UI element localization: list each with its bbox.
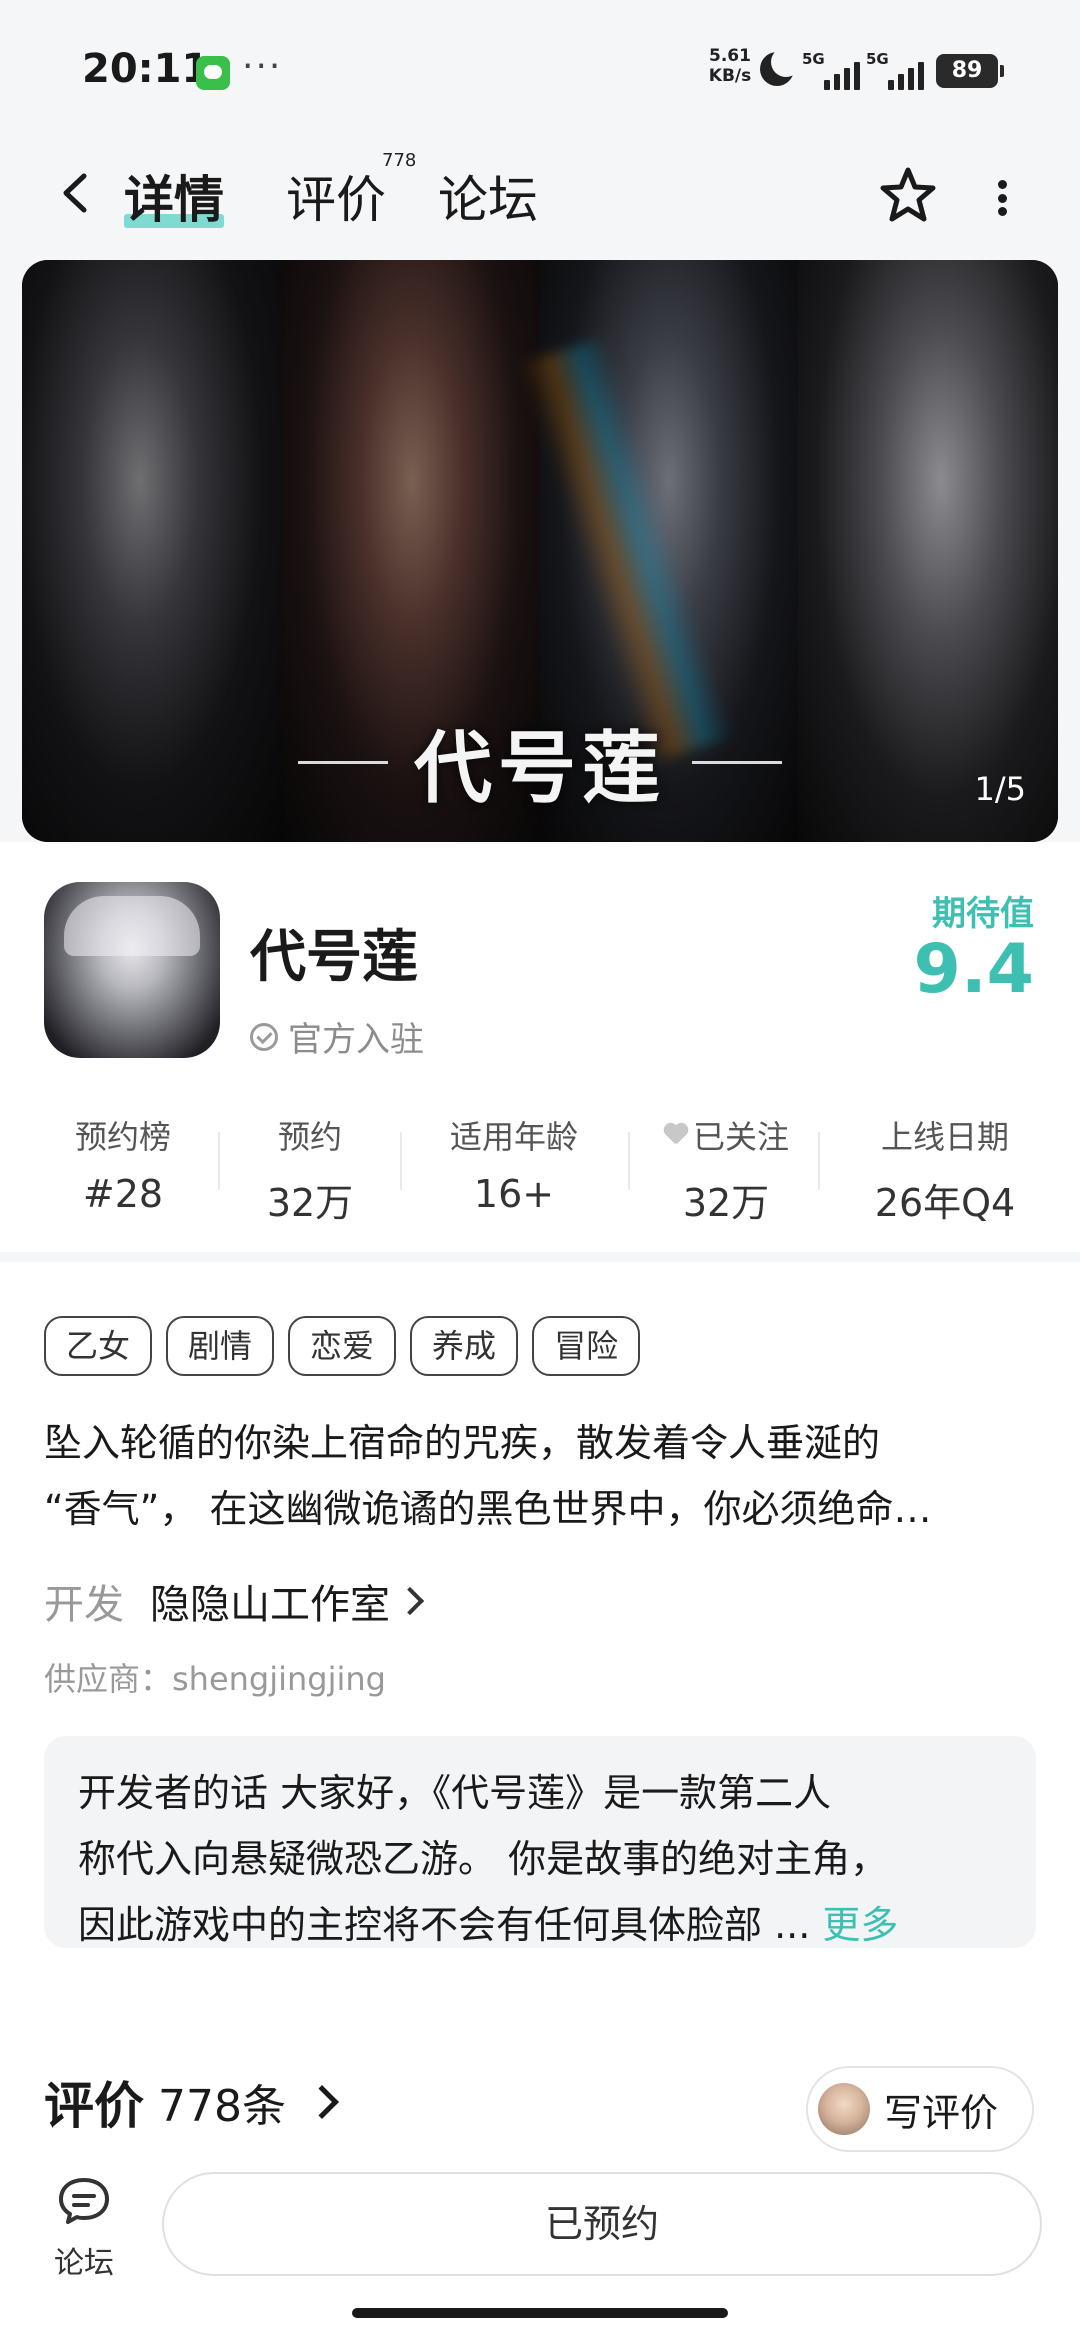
- stat-followed[interactable]: 已关注 32万: [646, 1112, 806, 1227]
- supplier-text: 供应商：shengjingjing: [44, 1660, 386, 1698]
- moon-icon: [760, 47, 801, 86]
- app-icon: [44, 882, 220, 1058]
- reviews-title: 评价: [44, 2077, 144, 2135]
- forum-icon: [59, 2178, 109, 2224]
- stat-rank-value: #28: [82, 1172, 164, 1216]
- stat-age: 适用年龄 16+: [424, 1112, 604, 1216]
- divider: [818, 1132, 820, 1190]
- tag-item[interactable]: 乙女: [44, 1316, 153, 1376]
- reviews-header[interactable]: 评价 778条: [44, 2066, 339, 2138]
- tag-list: 乙女 剧情 恋爱 养成 冒险: [44, 1316, 641, 1376]
- stat-release-date-value: 26年Q4: [874, 1181, 1016, 1225]
- status-time: 20:11: [82, 46, 210, 92]
- description-line: 坠入轮循的你染上宿命的咒疾，散发着令人垂涎的: [44, 1421, 881, 1465]
- stat-release-date: 上线日期 26年Q4: [852, 1112, 1038, 1227]
- banner-line-left: [297, 760, 388, 764]
- stat-reservations-value: 32万: [266, 1181, 354, 1225]
- network-speed-value: 5.61: [709, 46, 751, 66]
- tag-item[interactable]: 养成: [410, 1316, 519, 1376]
- banner-carousel[interactable]: 代号莲 1/5: [22, 260, 1058, 842]
- tab-forum-label: 论坛: [438, 171, 538, 229]
- main-content: 乙女 剧情 恋爱 养成 冒险 坠入轮循的你染上宿命的咒疾，散发着令人垂涎的 “香…: [0, 1262, 1080, 2162]
- divider: [628, 1132, 630, 1190]
- game-description[interactable]: 坠入轮循的你染上宿命的咒疾，散发着令人垂涎的 “香气”， 在这幽微诡谲的黑色世界…: [44, 1410, 1044, 1542]
- divider: [218, 1132, 220, 1190]
- forum-label: 论坛: [54, 2246, 114, 2281]
- write-review-label: 写评价: [884, 2090, 999, 2135]
- tab-review-label: 评价: [286, 171, 386, 229]
- top-nav: 详情 评价 778 论坛: [0, 130, 1080, 260]
- stat-followed-value: 32万: [682, 1181, 770, 1225]
- banner-title-wrap: 代号莲: [22, 712, 1058, 814]
- network-speed: 5.61 KB/s: [706, 46, 754, 86]
- write-review-button[interactable]: 写评价: [806, 2066, 1034, 2152]
- more-link[interactable]: 更多: [822, 1903, 898, 1947]
- developer-notes-line: 称代入向悬疑微恐乙游。 你是故事的绝对主角，: [78, 1837, 889, 1881]
- status-more-indicator: ···: [242, 46, 283, 87]
- reserved-button[interactable]: 已预约: [162, 2172, 1042, 2276]
- stat-reservations: 预约 32万: [240, 1112, 380, 1227]
- home-indicator[interactable]: [352, 2308, 728, 2318]
- stat-rank[interactable]: 预约榜 #28: [50, 1112, 196, 1216]
- stat-rank-label: 预约榜: [74, 1118, 171, 1156]
- tab-review[interactable]: 评价 778: [286, 150, 416, 232]
- tab-forum[interactable]: 论坛: [438, 160, 538, 232]
- stat-release-date-label: 上线日期: [880, 1118, 1009, 1156]
- tab-review-badge: 778: [382, 150, 417, 171]
- official-label: 官方入驻: [288, 1020, 424, 1060]
- divider: [400, 1132, 402, 1190]
- tag-item[interactable]: 剧情: [166, 1316, 275, 1376]
- chevron-right-icon: [395, 1586, 425, 1616]
- stats-row: 预约榜 #28 预约 32万 适用年龄 16+ 已关注 32万 上线日期 26年…: [0, 1112, 1080, 1232]
- banner-counter: 1/5: [974, 770, 1027, 808]
- avatar: [818, 2083, 870, 2135]
- stat-age-label: 适用年龄: [449, 1118, 578, 1156]
- stat-reservations-label: 预约: [277, 1118, 342, 1156]
- wechat-icon: [196, 56, 230, 90]
- banner-line-right: [692, 760, 782, 764]
- star-icon[interactable]: [876, 164, 940, 228]
- network-type-1: 5G: [802, 50, 825, 68]
- reviews-count: 778条: [158, 2081, 286, 2132]
- network-type-2: 5G: [866, 50, 889, 68]
- tag-item[interactable]: 恋爱: [288, 1316, 397, 1376]
- developer-notes-line: 因此游戏中的主控将不会有任何具体脸部 ...: [78, 1903, 811, 1947]
- app-name: 代号莲: [250, 925, 418, 990]
- more-vertical-icon[interactable]: [990, 174, 1014, 222]
- stat-followed-label: 已关注: [692, 1118, 789, 1156]
- developer-notes-line: 开发者的话 大家好，《代号莲》是一款第二人: [78, 1771, 832, 1815]
- tag-item[interactable]: 冒险: [532, 1316, 641, 1376]
- signal-icon: 5G: [802, 50, 872, 90]
- forum-button[interactable]: 论坛: [44, 2176, 124, 2282]
- heart-icon: [663, 1124, 689, 1146]
- section-separator: [0, 1252, 1080, 1262]
- app-info-card: 代号莲 官方入驻 期待值 9.4 预约榜 #28 预约 32万 适用年龄 16+…: [0, 842, 1080, 1252]
- developer-label: 开发: [44, 1582, 124, 1628]
- signal-icon-2: 5G: [866, 50, 936, 90]
- stat-age-value: 16+: [473, 1172, 555, 1216]
- banner-title: 代号莲: [413, 723, 666, 814]
- battery-icon: 89: [936, 54, 1004, 88]
- developer-notes[interactable]: 开发者的话 大家好，《代号莲》是一款第二人 称代入向悬疑微恐乙游。 你是故事的绝…: [44, 1736, 1036, 1948]
- official-badge: 官方入驻: [250, 1012, 424, 1061]
- network-speed-unit: KB/s: [708, 66, 752, 86]
- check-circle-icon: [250, 1022, 278, 1051]
- tab-detail-label: 详情: [124, 171, 224, 229]
- tab-detail[interactable]: 详情: [124, 160, 224, 232]
- description-line: “香气”， 在这幽微诡谲的黑色世界中，你必须绝命…: [44, 1487, 932, 1531]
- expect-label: 期待值: [932, 894, 1034, 934]
- back-icon[interactable]: [52, 168, 102, 218]
- expect-score: 9.4: [913, 930, 1034, 1009]
- stat-followed-label-wrap: 已关注: [646, 1112, 806, 1158]
- status-bar: 20:11 ··· 5.61 KB/s 5G 5G 89: [0, 0, 1080, 130]
- developer-notes-line-last: 因此游戏中的主控将不会有任何具体脸部 ... 更多: [78, 1892, 1002, 1958]
- chevron-right-icon: [305, 2085, 339, 2119]
- developer-row[interactable]: 开发 隐隐山工作室: [44, 1572, 425, 1630]
- developer-name: 隐隐山工作室: [150, 1582, 390, 1628]
